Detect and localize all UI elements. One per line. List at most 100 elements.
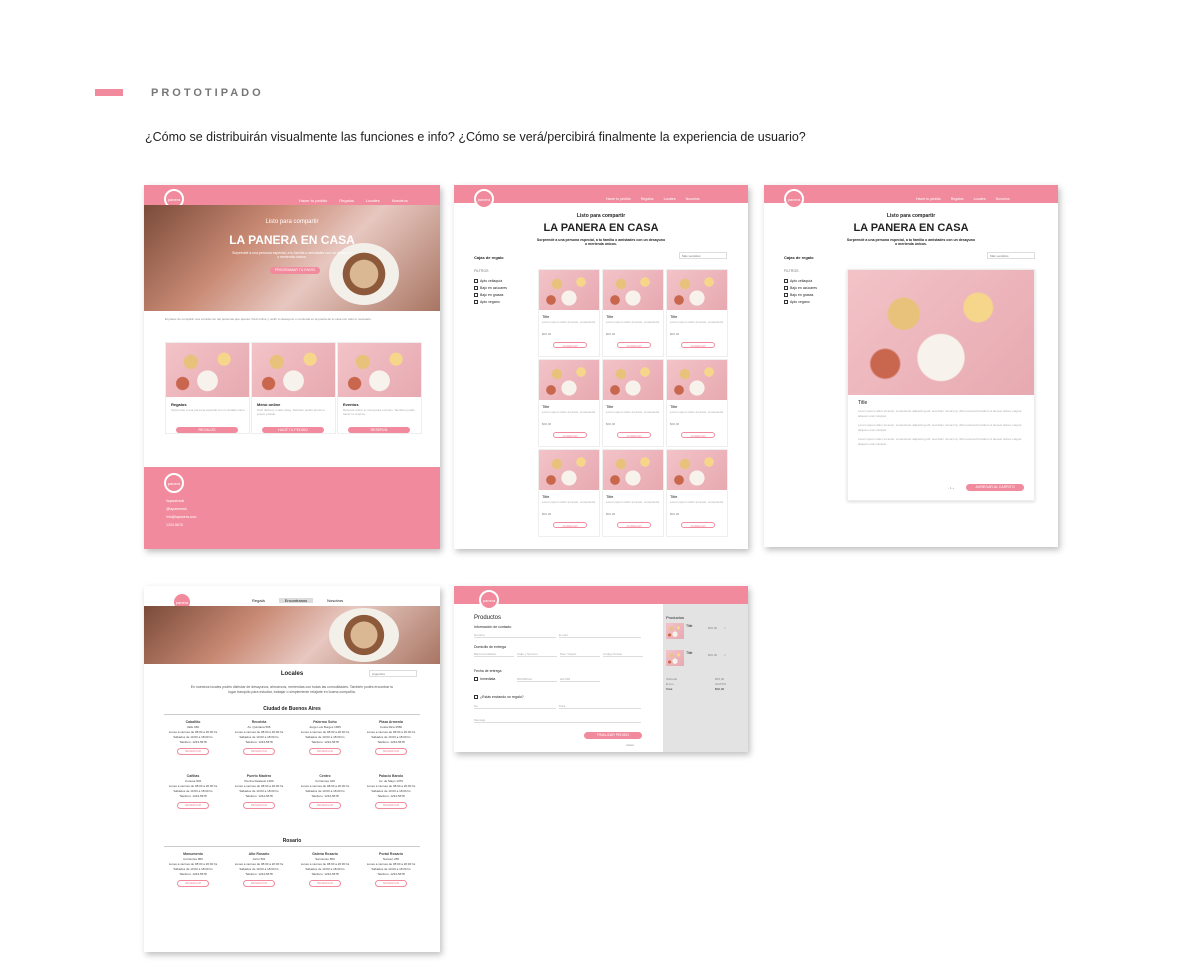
detail-subtitle: Sorprendé a una persona especial, a tu f… xyxy=(846,238,976,246)
filter-grasas[interactable]: Bajo en grasas xyxy=(784,292,817,299)
add-to-cart-button[interactable]: AGREGAR AL CARRITO xyxy=(966,484,1024,491)
home-footer: panera /lapaneraok @lapaneraok info@lapa… xyxy=(144,467,440,549)
quantity-stepper[interactable]: - 1 + xyxy=(948,486,954,490)
brand-logo[interactable]: panera xyxy=(474,189,494,209)
add-button[interactable]: AGREGAR xyxy=(553,522,587,528)
nav-item-locales[interactable]: Locales xyxy=(974,197,986,201)
reserve-button[interactable]: RESERVAR xyxy=(177,748,209,755)
filter-celiaquia[interactable]: Apto celiaquía xyxy=(784,278,817,285)
reserve-button[interactable]: RESERVAR xyxy=(309,802,341,809)
add-button[interactable]: AGREGAR xyxy=(617,432,651,438)
card-text: Reservá online tu mesa para eventos. Tam… xyxy=(343,408,415,416)
nav-item-pedido[interactable]: Hacer tu pedido xyxy=(299,198,327,203)
email-field[interactable]: E-mail xyxy=(559,633,641,638)
contact-title: Información de contacto xyxy=(474,625,512,629)
product-card: Title Lorem ipsum dolor sit amet, consect… xyxy=(666,269,728,357)
regalos-button[interactable]: REGALOS xyxy=(176,427,238,433)
nav-item-regalos[interactable]: Regalos xyxy=(951,197,964,201)
store-phone: Teléfono: 1234-5678 xyxy=(311,794,339,798)
filter-azucares[interactable]: Bajo en azúcares xyxy=(474,285,507,292)
reserve-button[interactable]: RESERVAR xyxy=(375,802,407,809)
nav-item-nosotros[interactable]: Nosotros xyxy=(392,198,408,203)
nav-item-regalos[interactable]: Regalos xyxy=(339,198,354,203)
reserve-button[interactable]: RESERVAR xyxy=(375,748,407,755)
sort-select[interactable]: Más vendidos xyxy=(987,252,1035,259)
gift-checkbox[interactable]: ¿Estás enviando un regalo? xyxy=(474,695,524,700)
filter-azucares[interactable]: Bajo en azúcares xyxy=(784,285,817,292)
add-button[interactable]: AGREGAR xyxy=(617,522,651,528)
add-button[interactable]: AGREGAR xyxy=(681,432,715,438)
inmediata-checkbox[interactable]: Inmediata xyxy=(474,677,495,682)
card-title: Menú online xyxy=(257,402,281,407)
nav-item-encontranos[interactable]: Encontranos xyxy=(278,598,314,603)
envio-value: GRATIS xyxy=(715,682,726,686)
filter-vegano[interactable]: Apto vegano xyxy=(474,299,507,306)
date-field[interactable]: DD/MM/AA xyxy=(517,677,557,682)
product-image xyxy=(539,270,599,310)
hero-cta-button[interactable]: PROGRAMAR TU ENVÍO xyxy=(270,267,320,274)
nav-item-locales[interactable]: Locales xyxy=(366,198,380,203)
card-image xyxy=(166,343,249,397)
remove-icon[interactable]: × xyxy=(724,653,726,657)
product-detail-text-3: Lorem ipsum dolor sit amet, consectetur … xyxy=(858,437,1022,446)
message-field[interactable]: Mensaje xyxy=(474,718,641,723)
email-link[interactable]: info@lapanera.com xyxy=(166,513,196,521)
nav-item-pedido[interactable]: Hacer tu pedido xyxy=(916,197,941,201)
nav-item-nosotros[interactable]: Nosotros xyxy=(686,197,700,201)
product-card: Title Lorem ipsum dolor sit amet, consect… xyxy=(602,449,664,537)
product-price: $00,00 xyxy=(542,332,552,336)
reserve-button[interactable]: RESERVAR xyxy=(177,802,209,809)
reserve-button[interactable]: RESERVAR xyxy=(243,802,275,809)
street-field[interactable]: Calle y Número xyxy=(517,652,557,657)
para-field[interactable]: Para xyxy=(559,704,641,709)
product-title: Title xyxy=(670,494,678,499)
brand-logo[interactable]: panera xyxy=(479,590,499,610)
filter-vegano[interactable]: Apto vegano xyxy=(784,299,817,306)
phone-link[interactable]: 1234-5678 xyxy=(166,521,196,529)
reserve-button[interactable]: RESERVAR xyxy=(309,748,341,755)
nav-item-regalos[interactable]: Regalos xyxy=(641,197,654,201)
product-desc: Lorem ipsum dolor sit amet, consectetur xyxy=(606,500,660,504)
add-button[interactable]: AGREGAR xyxy=(681,342,715,348)
order-button[interactable]: HACÉ TU PEDIDO xyxy=(262,427,324,433)
nav-item-nosotros[interactable]: Nosotros xyxy=(996,197,1010,201)
card-text: Sorprendé a una persona especial con un … xyxy=(171,408,246,412)
card-eventos: Eventos Reservá online tu mesa para even… xyxy=(337,342,422,434)
brand-logo[interactable]: panera xyxy=(784,189,804,209)
nav-item-regala[interactable]: Regalá xyxy=(252,598,265,603)
nav-item-pedido[interactable]: Hacer tu pedido xyxy=(606,197,631,201)
add-button[interactable]: AGREGAR xyxy=(617,342,651,348)
add-button[interactable]: AGREGAR xyxy=(553,432,587,438)
floor-field[interactable]: Piso / Depto xyxy=(560,652,600,657)
reserve-button[interactable]: RESERVAR xyxy=(309,880,341,887)
instagram-link[interactable]: @lapaneraok xyxy=(166,505,196,513)
time-field[interactable]: HH:MM xyxy=(560,677,600,682)
add-button[interactable]: AGREGAR xyxy=(553,342,587,348)
product-desc: Lorem ipsum dolor sit amet, consectetur xyxy=(606,410,660,414)
reserve-button[interactable]: RESERVAR xyxy=(375,880,407,887)
filter-celiaquia[interactable]: Apto celiaquía xyxy=(474,278,507,285)
back-link[interactable]: volver xyxy=(626,743,634,747)
remove-icon[interactable]: × xyxy=(724,626,726,630)
add-button[interactable]: AGREGAR xyxy=(681,522,715,528)
filter-grasas[interactable]: Bajo en grasas xyxy=(474,292,507,299)
finish-order-button[interactable]: FINALIZAR PEDIDO xyxy=(584,732,642,739)
facebook-link[interactable]: /lapaneraok xyxy=(166,497,196,505)
zip-field[interactable]: Código Postal xyxy=(603,652,643,657)
de-field[interactable]: De xyxy=(474,704,556,709)
country-select[interactable]: Argentina xyxy=(369,670,417,677)
home-prototype: panera Hacer tu pedido Regalos Locales N… xyxy=(144,185,440,549)
barrio-field[interactable]: Barrio/Localidad xyxy=(474,652,514,657)
reserve-button[interactable]: RESERVAR xyxy=(177,880,209,887)
reserve-button[interactable]: RESERVÁ xyxy=(348,427,410,433)
nav-item-nosotros[interactable]: Nosotros xyxy=(327,598,343,603)
summary-item-title: Title xyxy=(686,651,693,655)
sort-select[interactable]: Más vendidos xyxy=(679,252,727,259)
reserve-button[interactable]: RESERVAR xyxy=(243,880,275,887)
nav-item-locales[interactable]: Locales xyxy=(664,197,676,201)
name-field[interactable]: Nombre xyxy=(474,633,556,638)
reserve-button[interactable]: RESERVAR xyxy=(243,748,275,755)
detail-header xyxy=(764,185,1058,203)
product-card: Title Lorem ipsum dolor sit amet, consect… xyxy=(666,449,728,537)
locales-nav: Regalá Encontranos Nosotros xyxy=(252,598,343,603)
